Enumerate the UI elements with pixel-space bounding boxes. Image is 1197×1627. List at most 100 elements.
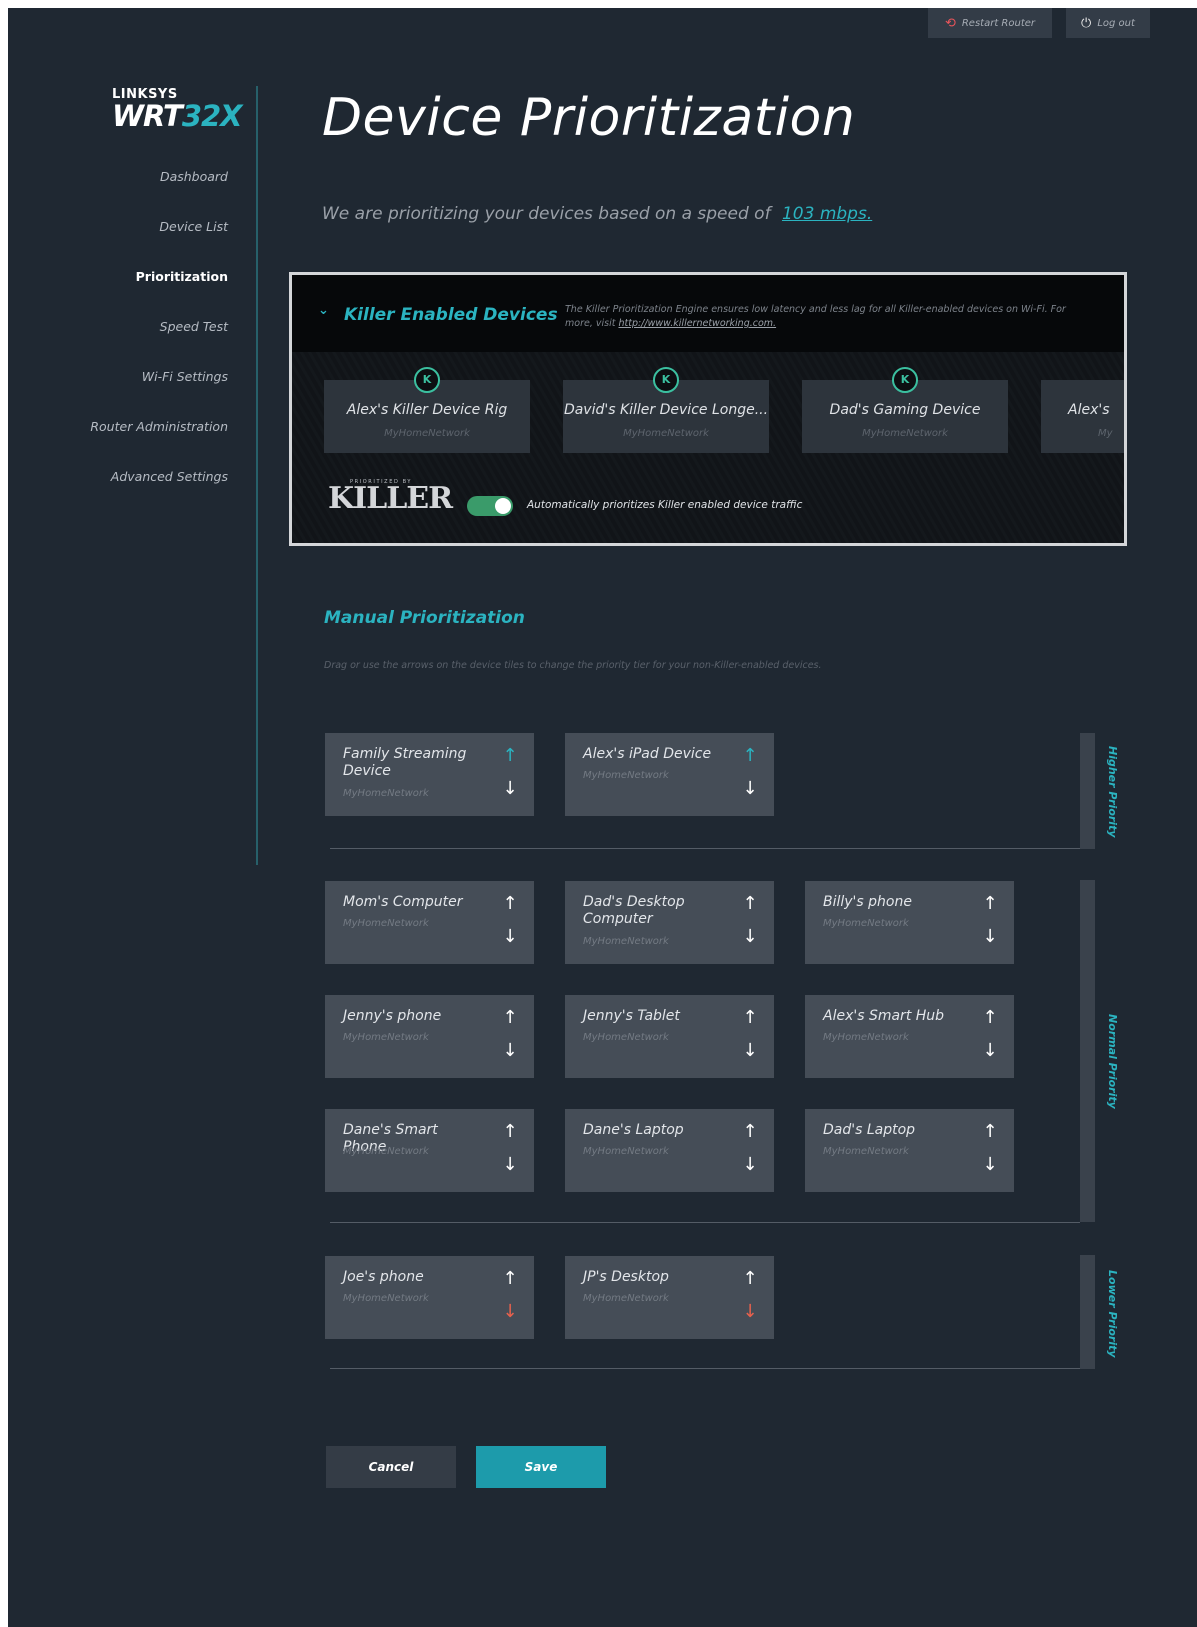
device-network: MyHomeNetwork [583,1146,669,1157]
device-name: Jenny's phone [343,1008,442,1024]
device-name: Alex's iPad Device [583,746,712,762]
arrow-up-icon[interactable]: ↑ [740,1122,760,1142]
killer-device-network: MyHomeNetwork [623,428,709,439]
device-network: MyHomeNetwork [343,788,429,799]
device-network: MyHomeNetwork [583,1032,669,1043]
lower-priority-label: Lower Priority [1106,1270,1119,1358]
higher-priority-bar [1080,733,1095,849]
arrow-down-icon[interactable]: ↓ [740,927,760,947]
device-name: Alex's Smart Hub [823,1008,945,1024]
logout-button[interactable]: ⏻ Log out [1066,8,1150,38]
speed-subtitle: We are prioritizing your devices based o… [322,204,872,224]
arrow-down-icon[interactable]: ↓ [740,1155,760,1175]
killer-device-tile[interactable]: K Alex's Killer Device Rig MyHomeNetwork [324,367,530,453]
killer-device-network: MyHomeNetwork [384,428,470,439]
sidebar-item-dashboard[interactable]: Dashboard [68,168,228,218]
killer-device-tile[interactable]: K Dad's Gaming Device MyHomeNetwork [802,367,1008,453]
device-tile[interactable]: Billy's phone MyHomeNetwork ↑ ↓ [805,881,1014,964]
arrow-up-icon[interactable]: ↑ [500,1008,520,1028]
killer-k-icon: K [892,367,918,393]
tier-divider [330,1368,1080,1369]
device-tile[interactable]: Alex's Smart Hub MyHomeNetwork ↑ ↓ [805,995,1014,1078]
device-tile[interactable]: JP's Desktop MyHomeNetwork ↑ ↓ [565,1256,774,1339]
device-tile[interactable]: Dane's Laptop MyHomeNetwork ↑ ↓ [565,1109,774,1192]
killer-device-tile[interactable]: K David's Killer Device Longe... MyHomeN… [563,367,769,453]
arrow-down-icon[interactable]: ↓ [500,1302,520,1322]
killer-device-name: David's Killer Device Longe... [563,402,769,418]
device-name: Dane's Laptop [583,1122,684,1138]
device-tile[interactable]: Alex's iPad Device MyHomeNetwork ↑ ↓ [565,733,774,816]
device-tile[interactable]: Mom's Computer MyHomeNetwork ↑ ↓ [325,881,534,964]
model-name: WRT32X [112,99,243,133]
device-tile[interactable]: Family Streaming Device MyHomeNetwork ↑ … [325,733,534,816]
killer-panel-title: Killer Enabled Devices [344,305,558,325]
arrow-down-icon[interactable]: ↓ [500,779,520,799]
device-tile[interactable]: Dad's Desktop Computer MyHomeNetwork ↑ ↓ [565,881,774,964]
sidebar-item-device-list[interactable]: Device List [68,218,228,268]
arrow-down-icon[interactable]: ↓ [740,1041,760,1061]
device-network: MyHomeNetwork [823,918,909,929]
device-tile[interactable]: Jenny's Tablet MyHomeNetwork ↑ ↓ [565,995,774,1078]
chevron-down-icon[interactable]: ⌄ [318,303,329,318]
device-name: Dad's Desktop Computer [583,894,685,927]
lower-priority-bar [1080,1255,1095,1369]
device-name: Jenny's Tablet [583,1008,680,1024]
device-network: MyHomeNetwork [343,1146,429,1157]
device-tile[interactable]: Dad's Laptop MyHomeNetwork ↑ ↓ [805,1109,1014,1192]
sidebar-divider [256,86,258,865]
arrow-down-icon[interactable]: ↓ [500,1041,520,1061]
device-tile[interactable]: Joe's phone MyHomeNetwork ↑ ↓ [325,1256,534,1339]
auto-prioritize-toggle[interactable] [467,496,513,516]
toggle-knob [495,498,511,514]
arrow-down-icon[interactable]: ↓ [980,1041,1000,1061]
arrow-up-icon[interactable]: ↑ [980,1008,1000,1028]
arrow-down-icon[interactable]: ↓ [980,927,1000,947]
sidebar-item-wifi-settings[interactable]: Wi-Fi Settings [68,368,228,418]
speed-subtitle-text: We are prioritizing your devices based o… [322,204,771,224]
arrow-down-icon[interactable]: ↓ [740,1302,760,1322]
arrow-down-icon[interactable]: ↓ [740,779,760,799]
arrow-down-icon[interactable]: ↓ [980,1155,1000,1175]
killer-device-tile[interactable]: Alex's My [1041,380,1124,453]
arrow-down-icon[interactable]: ↓ [500,927,520,947]
arrow-up-icon[interactable]: ↑ [980,894,1000,914]
arrow-up-icon[interactable]: ↑ [740,1008,760,1028]
device-network: MyHomeNetwork [823,1146,909,1157]
arrow-up-icon[interactable]: ↑ [740,1269,760,1289]
arrow-up-icon[interactable]: ↑ [500,894,520,914]
linksys-logo[interactable]: LINKSYS WRT32X [112,88,243,133]
killer-k-icon: K [414,367,440,393]
killer-logo: PRIORITIZED BY KILLER [328,479,453,516]
arrow-up-icon[interactable]: ↑ [740,894,760,914]
sidebar-item-advanced-settings[interactable]: Advanced Settings [68,468,228,518]
sidebar-item-prioritization[interactable]: Prioritization [68,268,228,318]
restart-router-button[interactable]: ⟲ Restart Router [928,8,1052,38]
sidebar-item-speed-test[interactable]: Speed Test [68,318,228,368]
device-tile[interactable]: Dane's Smart Phone MyHomeNetwork ↑ ↓ [325,1109,534,1192]
cancel-button[interactable]: Cancel [326,1446,456,1488]
sidebar-item-router-administration[interactable]: Router Administration [68,418,228,468]
device-tile[interactable]: Jenny's phone MyHomeNetwork ↑ ↓ [325,995,534,1078]
arrow-up-icon[interactable]: ↑ [980,1122,1000,1142]
device-name: Joe's phone [343,1269,424,1285]
killer-panel-body: K Alex's Killer Device Rig MyHomeNetwork… [292,352,1124,543]
restart-icon: ⟲ [944,15,956,31]
arrow-up-icon[interactable]: ↑ [740,746,760,766]
arrow-up-icon[interactable]: ↑ [500,1122,520,1142]
tier-divider [330,1222,1080,1223]
killer-device-name: Dad's Gaming Device [829,402,981,418]
killer-panel-header[interactable]: ⌄ Killer Enabled Devices The Killer Prio… [292,275,1124,352]
app-window: ⟲ Restart Router ⏻ Log out LINKSYS WRT32… [8,8,1197,1627]
sidebar-nav: Dashboard Device List Prioritization Spe… [68,168,228,518]
device-network: MyHomeNetwork [583,936,669,947]
higher-priority-label: Higher Priority [1106,746,1119,838]
save-button[interactable]: Save [476,1446,606,1488]
device-name: Dad's Laptop [823,1122,916,1138]
killer-k-icon: K [653,367,679,393]
arrow-up-icon[interactable]: ↑ [500,746,520,766]
speed-link[interactable]: 103 mbps. [782,204,872,224]
logout-label: Log out [1097,17,1135,29]
arrow-up-icon[interactable]: ↑ [500,1269,520,1289]
arrow-down-icon[interactable]: ↓ [500,1155,520,1175]
killer-website-link[interactable]: http://www.killernetworking.com. [618,318,776,329]
